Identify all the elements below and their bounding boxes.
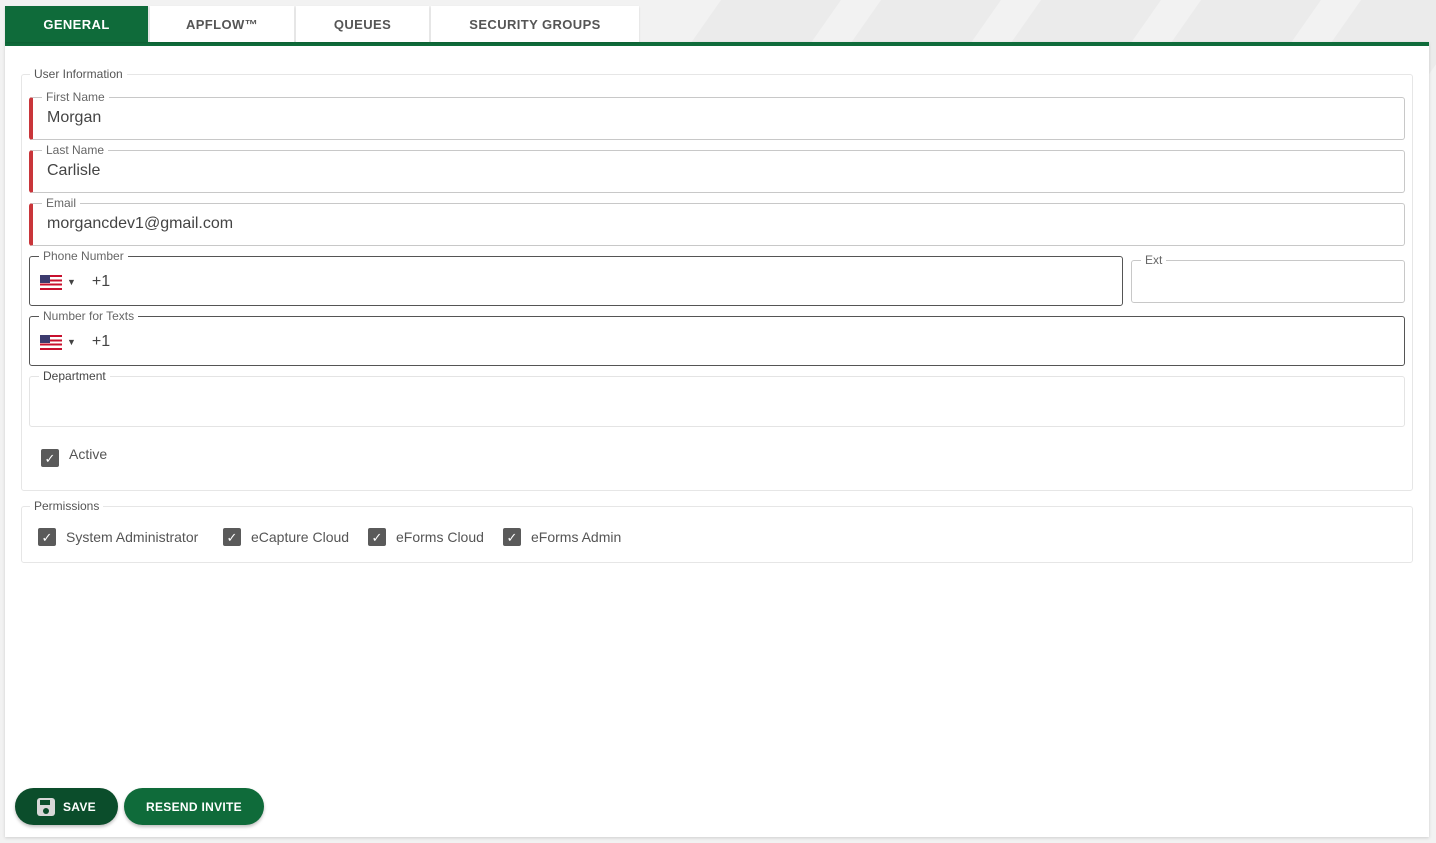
- resend-invite-button[interactable]: RESEND INVITE: [124, 788, 264, 825]
- save-button-label: SAVE: [63, 799, 96, 814]
- tab-bar: GENERAL APFLOW™ QUEUES SECURITY GROUPS: [5, 6, 641, 42]
- tab-security-groups-label: SECURITY GROUPS: [469, 16, 601, 32]
- permission-label: eForms Admin: [531, 529, 622, 545]
- number-for-texts-field[interactable]: Number for Texts ▼ +1: [29, 309, 1405, 366]
- resend-invite-label: RESEND INVITE: [146, 799, 242, 814]
- last-name-value: Carlisle: [47, 162, 101, 179]
- permission-label: eForms Cloud: [396, 529, 484, 545]
- save-button[interactable]: SAVE: [15, 788, 118, 825]
- permission-checkbox[interactable]: ✓: [223, 528, 241, 546]
- chevron-down-icon[interactable]: ▼: [67, 337, 76, 347]
- permission-label: System Administrator: [66, 529, 199, 545]
- permission-ecapture-cloud[interactable]: ✓ eCapture Cloud: [223, 528, 349, 546]
- email-label: Email: [42, 196, 81, 210]
- tab-security-groups[interactable]: SECURITY GROUPS: [431, 6, 639, 42]
- last-name-field[interactable]: Last Name Carlisle: [29, 143, 1405, 193]
- active-checkbox[interactable]: ✓: [41, 449, 59, 467]
- tab-apflow-label: APFLOW™: [185, 16, 259, 32]
- permission-checkbox[interactable]: ✓: [503, 528, 521, 546]
- permission-label: eCapture Cloud: [251, 529, 350, 545]
- texts-dial-code: +1: [91, 333, 111, 350]
- tab-apflow[interactable]: APFLOW™: [150, 6, 294, 42]
- active-checkbox-item[interactable]: ✓ Active: [41, 446, 108, 467]
- permission-eforms-cloud[interactable]: ✓ eForms Cloud: [368, 528, 484, 546]
- permission-checkbox[interactable]: ✓: [38, 528, 56, 546]
- permission-eforms-admin[interactable]: ✓ eForms Admin: [503, 528, 621, 546]
- first-name-label: First Name: [42, 90, 109, 104]
- active-label: Active: [69, 446, 108, 462]
- email-value: morgancdev1@gmail.com: [47, 215, 234, 232]
- tab-general[interactable]: GENERAL: [5, 6, 148, 42]
- us-flag-icon[interactable]: [40, 334, 62, 350]
- us-flag-icon[interactable]: [40, 274, 62, 290]
- email-field[interactable]: Email morgancdev1@gmail.com: [29, 196, 1405, 246]
- department-field[interactable]: Department: [29, 369, 1405, 427]
- ext-field[interactable]: Ext: [1131, 253, 1405, 303]
- phone-number-field[interactable]: Phone Number ▼ +1: [29, 249, 1123, 306]
- ext-label: Ext: [1141, 253, 1167, 267]
- phone-number-label: Phone Number: [39, 249, 128, 263]
- phone-dial-code: +1: [91, 273, 111, 290]
- save-icon: [37, 797, 55, 816]
- chevron-down-icon[interactable]: ▼: [67, 277, 76, 287]
- tab-queues-label: QUEUES: [333, 16, 392, 32]
- department-label: Department: [39, 369, 110, 383]
- user-information-legend: User Information: [34, 67, 123, 81]
- permissions-legend: Permissions: [34, 499, 100, 513]
- permission-system-administrator[interactable]: ✓ System Administrator: [38, 528, 198, 546]
- tab-general-label: GENERAL: [43, 16, 110, 32]
- first-name-field[interactable]: First Name Morgan: [29, 90, 1405, 140]
- general-panel: User Information First Name Morgan Last …: [5, 42, 1429, 837]
- last-name-label: Last Name: [42, 143, 109, 157]
- permission-checkbox[interactable]: ✓: [368, 528, 386, 546]
- number-for-texts-label: Number for Texts: [39, 309, 139, 323]
- first-name-value: Morgan: [47, 109, 102, 126]
- tab-queues[interactable]: QUEUES: [296, 6, 429, 42]
